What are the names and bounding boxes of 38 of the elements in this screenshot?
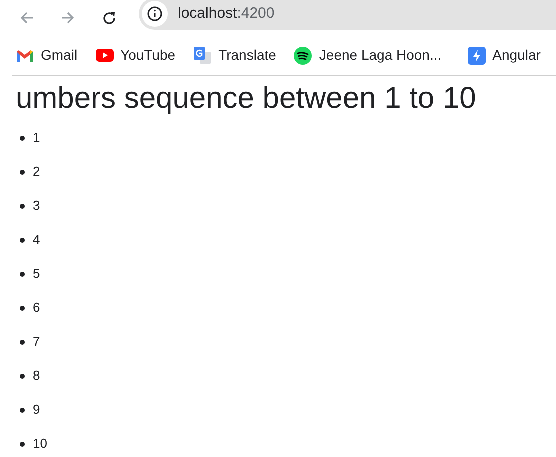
- bullet-icon: [20, 238, 25, 242]
- list-item: 6: [33, 299, 40, 318]
- bookmark-link[interactable]: Translate: [218, 45, 276, 66]
- reload-icon[interactable]: [102, 10, 117, 26]
- bullet-icon: [20, 340, 25, 344]
- bullet-icon: [20, 442, 25, 446]
- bullet-icon: [20, 374, 25, 378]
- list-item: 7: [33, 333, 40, 352]
- bullet-icon: [20, 408, 25, 412]
- play-icon: [96, 49, 114, 62]
- list-item: 5: [33, 265, 40, 284]
- bookmark-link[interactable]: YouTube: [120, 45, 176, 66]
- bullet-icon: [20, 306, 25, 310]
- list-item: 3: [33, 197, 40, 216]
- spotify-icon: [294, 46, 312, 64]
- list-item: 2: [33, 163, 40, 182]
- bullet-icon: [20, 272, 25, 276]
- list-item: 9: [33, 401, 40, 420]
- page-heading: umbers sequence between 1 to 10: [15, 81, 478, 117]
- bookmark-link[interactable]: Jeene Laga Hoon...: [319, 45, 442, 66]
- translate-icon: [194, 46, 212, 64]
- address-bar[interactable]: localhost:4200: [139, 0, 556, 30]
- info-icon[interactable]: [147, 6, 163, 22]
- url-port: :4200: [237, 4, 275, 24]
- list-item: 4: [33, 231, 40, 250]
- list-item: 8: [33, 367, 40, 386]
- envelope-m-icon: [16, 48, 34, 62]
- back-icon[interactable]: [20, 11, 34, 25]
- bookmark-link[interactable]: Angular: [492, 45, 541, 66]
- bullet-icon: [20, 136, 25, 140]
- lightning-icon: [468, 46, 486, 64]
- bullet-icon: [20, 204, 25, 208]
- url-host: localhost: [178, 4, 238, 24]
- bullet-icon: [20, 170, 25, 174]
- bookmark-link[interactable]: Gmail: [41, 45, 78, 66]
- list-item: 10: [33, 435, 48, 454]
- list-item: 1: [33, 129, 40, 148]
- forward-icon[interactable]: [61, 11, 75, 25]
